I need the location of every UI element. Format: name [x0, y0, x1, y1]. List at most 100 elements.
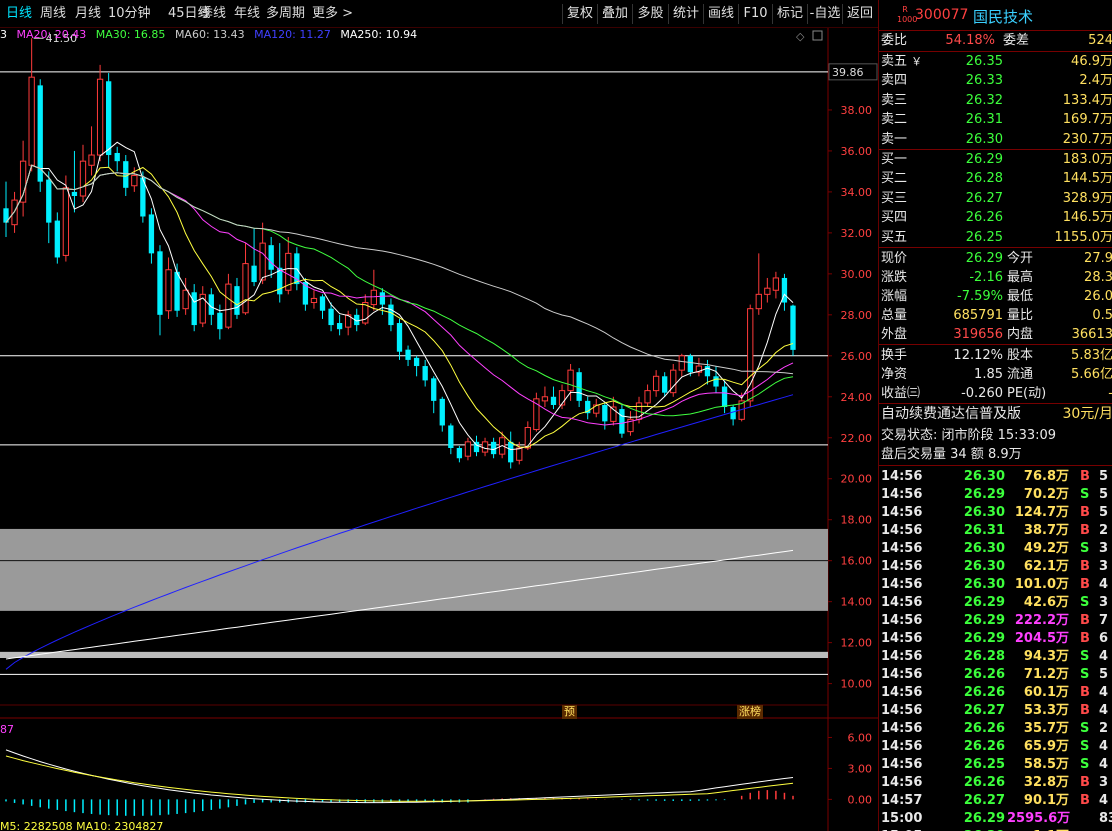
bid-row-1: 买一 26.29 183.0万 [881, 152, 1112, 167]
tick-row: 14:56 26.30 124.7万 B 5 [881, 505, 1109, 520]
candle-body [439, 398, 445, 426]
period-7[interactable]: 多周期 [266, 5, 305, 23]
ask-row-2: 卖二 26.31 169.7万 [881, 112, 1112, 128]
price-tick-label: 16.00 [841, 555, 873, 568]
stock-name[interactable]: 国民技术 [973, 6, 1033, 27]
trade-status: 交易状态: 闭市阶段 15:33:09 [881, 428, 1057, 443]
toolbar-button-4[interactable]: 画线 [703, 4, 738, 24]
candle-body [62, 187, 70, 256]
candle-body [174, 271, 180, 311]
candle-body [721, 386, 728, 408]
candle-body [644, 390, 651, 404]
tick-row: 14:56 26.26 60.1万 B 4 [881, 685, 1109, 700]
price-tick-label: 26.00 [841, 350, 873, 363]
marker-forecast[interactable]: 预 [562, 705, 577, 719]
stock-header: R 1000 300077 国民技术 [879, 4, 1112, 28]
price-tick-label: 18.00 [841, 514, 873, 527]
window-icon [812, 30, 823, 41]
toolbar-button-3[interactable]: 统计 [668, 4, 703, 24]
quote-row-4: 外盘 319656 内盘 36613 [881, 327, 1112, 342]
candle-body [567, 369, 574, 392]
candle-body [165, 269, 172, 312]
stat-row-2: 收益㈢-0.260PE(动)- [881, 386, 1112, 401]
period-0[interactable]: 日线 [6, 5, 32, 23]
quote-row-0: 现价 26.29 今开 27.9 [881, 251, 1112, 266]
price-tick-label: 28.00 [841, 309, 873, 322]
kline-chart[interactable]: 38.00 36.00 34.00 32.00 30.00 28.00 26.00 24.00… [0, 0, 878, 831]
price-tick-label: 32.00 [841, 227, 873, 240]
tick-row: 14:56 26.30 62.1万 B 3 [881, 559, 1109, 574]
bid-row-4: 买四 26.26 146.5万 [881, 210, 1112, 226]
candle-body [490, 441, 497, 455]
candle-body [524, 427, 531, 449]
candle-body [259, 242, 266, 281]
tick-row: 14:56 26.29 42.6万 S 3 [881, 595, 1109, 610]
after-hours: 盘后交易量 34 额 8.9万 [881, 447, 1022, 462]
candle-body [96, 78, 104, 156]
price-tick-label: 12.00 [841, 637, 873, 650]
tick-row: 14:56 26.30 49.2万 S 3 [881, 541, 1109, 556]
macd-tick-label: 3.00 [848, 762, 873, 775]
separator [879, 465, 1112, 466]
candle-body [19, 160, 27, 203]
candle-body [687, 355, 693, 373]
tick-row: 14:56 26.30 101.0万 B 4 [881, 577, 1109, 592]
candle-body [106, 81, 112, 156]
candle-body [413, 357, 420, 367]
candle-body [370, 289, 377, 306]
tick-row: 14:56 26.27 53.3万 B 4 [881, 703, 1109, 718]
candle-body [431, 378, 437, 401]
price-tick-label: 14.00 [841, 596, 873, 609]
candle-body [182, 289, 189, 310]
toolbar-button-8[interactable]: 返回 [842, 4, 877, 24]
candle-body [310, 297, 318, 304]
stat-row-0: 换手 12.12% 股本 5.83亿 [881, 348, 1112, 363]
tick-row: 14:56 26.31 38.7万 B 2 [881, 523, 1109, 538]
candle-body [755, 293, 762, 310]
candle-body [396, 323, 403, 352]
toolbar-button-0[interactable]: 复权 [562, 4, 597, 24]
candle-body [541, 396, 549, 402]
toolbar-button-2[interactable]: 多股 [632, 4, 668, 24]
candle-body [234, 286, 240, 315]
period-3[interactable]: 10分钟 [108, 5, 151, 23]
ma20-legend: MA20: 20.43 [16, 28, 87, 41]
candle-body [576, 372, 582, 401]
candle-body [336, 323, 343, 330]
candle-body [388, 304, 394, 326]
toolbar-button-5[interactable]: F10 [738, 4, 772, 24]
separator [879, 247, 1112, 248]
tick-row: 14:56 26.26 71.2万 S 5 [881, 667, 1109, 682]
period-8[interactable]: 更多 > [312, 5, 353, 23]
rzrq-logo: R 1000 [897, 5, 918, 24]
candle-body [456, 448, 463, 459]
period-1[interactable]: 周线 [40, 5, 66, 23]
candle-body [319, 296, 326, 311]
tick-row: 14:57 26.27 90.1万 B 4 [881, 793, 1109, 808]
ask-row-1: 卖一 26.30 230.7万 [881, 131, 1112, 147]
macd-legend-top: 87 [0, 723, 14, 736]
marker-limit-list[interactable]: 涨榜 [737, 705, 763, 719]
ma-legend: 3 MA20: 20.43 MA30: 16.85 MA60: 13.43 MA… [0, 27, 423, 43]
period-6[interactable]: 年线 [234, 5, 260, 23]
candle-body [464, 441, 472, 457]
diamond-icon: ◇ [796, 30, 805, 43]
macd-tick-label: 6.00 [848, 731, 873, 744]
toolbar-button-1[interactable]: 叠加 [597, 4, 632, 24]
candle-body [157, 251, 163, 315]
price-tick-label: 10.00 [841, 678, 873, 691]
toolbar-button-6[interactable]: 标记 [772, 4, 807, 24]
candle-body [79, 160, 87, 197]
period-2[interactable]: 月线 [75, 5, 101, 23]
promo-row: 自动续费通达信普及版 30元/月 [881, 406, 1112, 422]
ma5-line [5, 141, 794, 451]
price-tick-label: 38.00 [841, 104, 873, 117]
macd-tick-label: 0.00 [848, 793, 873, 806]
candle-body [481, 441, 489, 453]
toolbar-button-7[interactable]: -自选 [807, 4, 842, 24]
period-5[interactable]: 季线 [200, 5, 226, 23]
candle-body [251, 265, 257, 283]
candle-body [191, 292, 197, 326]
candle-body [71, 191, 78, 196]
bid-row-2: 买二 26.28 144.5万 [881, 171, 1112, 187]
